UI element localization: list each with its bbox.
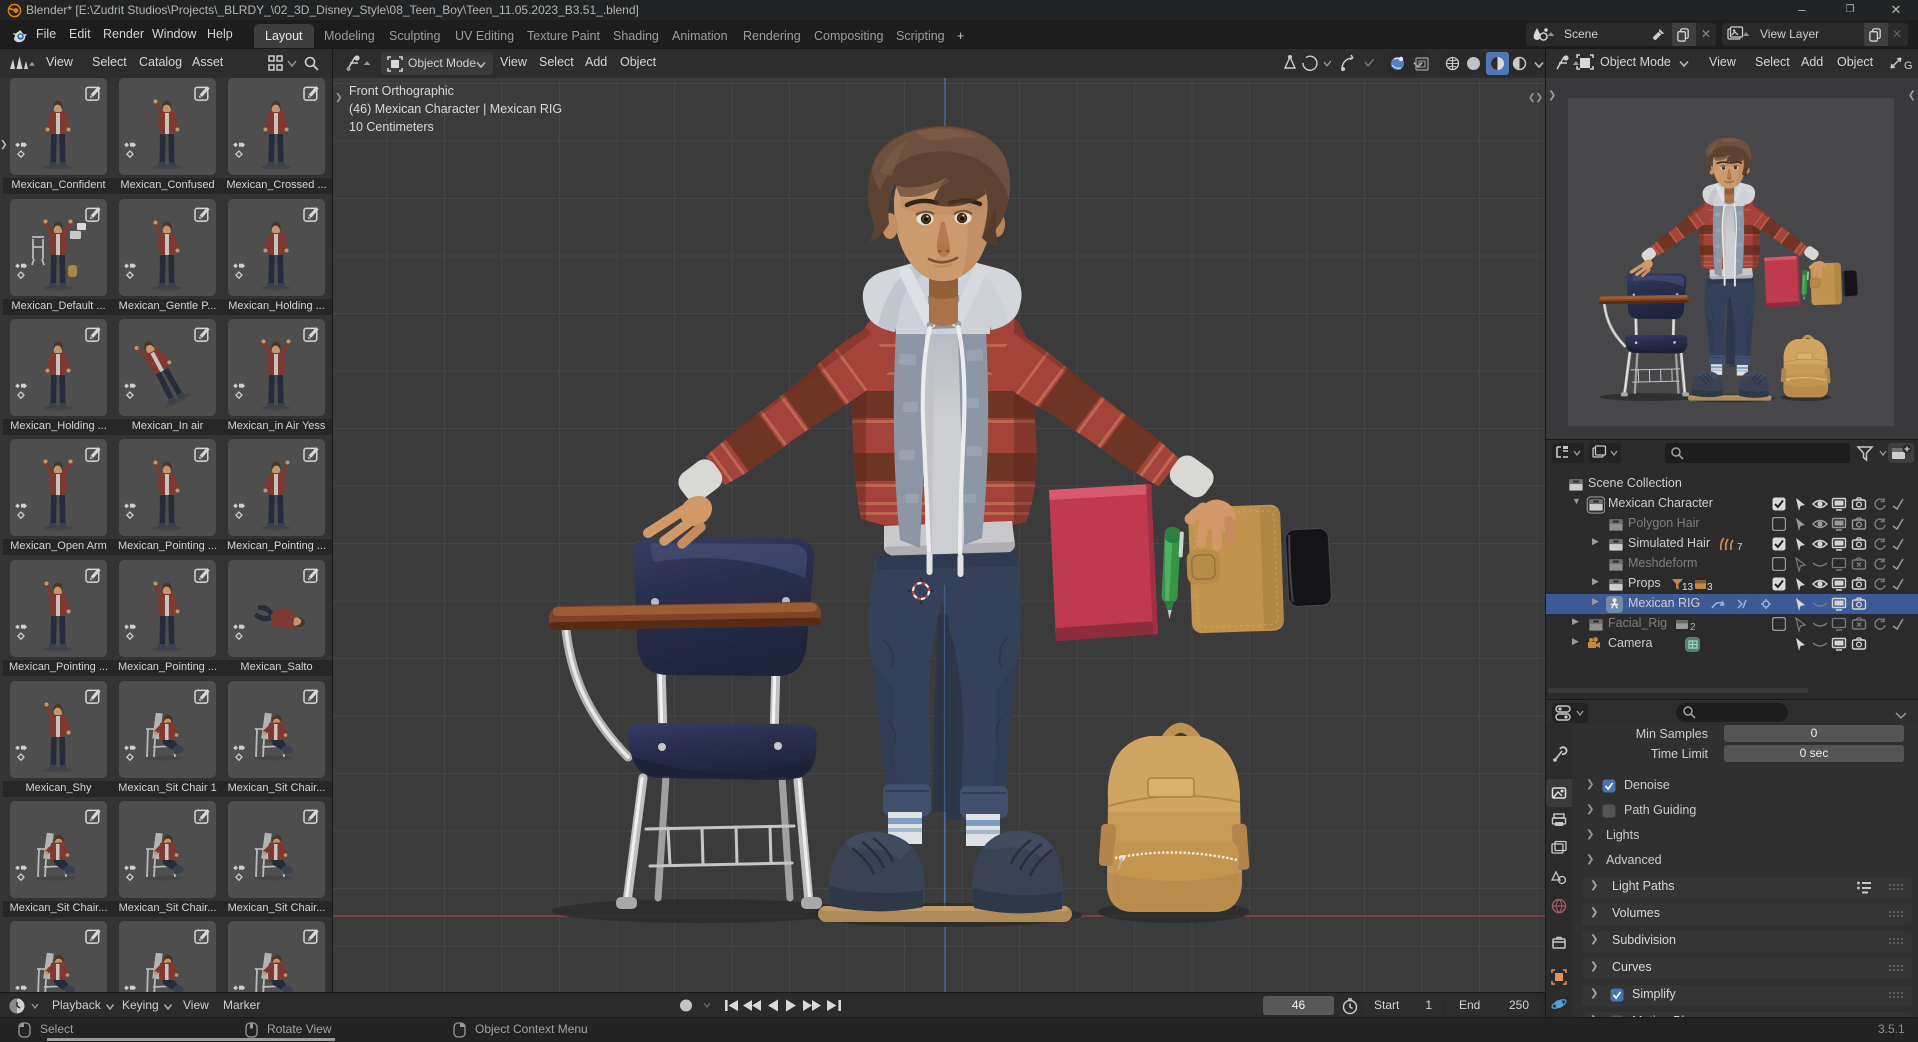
- svg-text:Front Orthographic: Front Orthographic: [349, 84, 454, 98]
- svg-text:❯: ❯: [335, 92, 343, 103]
- svg-text:❮❯: ❮❯: [1528, 92, 1543, 103]
- svg-text:7: 7: [1737, 542, 1743, 552]
- svg-text:(46) Mexican Character | Mexic: (46) Mexican Character | Mexican RIG: [349, 102, 562, 116]
- svg-text:2: 2: [1690, 622, 1696, 632]
- svg-text:3: 3: [1707, 582, 1713, 592]
- svg-text:13: 13: [1682, 582, 1694, 592]
- svg-text:10 Centimeters: 10 Centimeters: [349, 120, 434, 134]
- svg-text:G: G: [1904, 60, 1913, 72]
